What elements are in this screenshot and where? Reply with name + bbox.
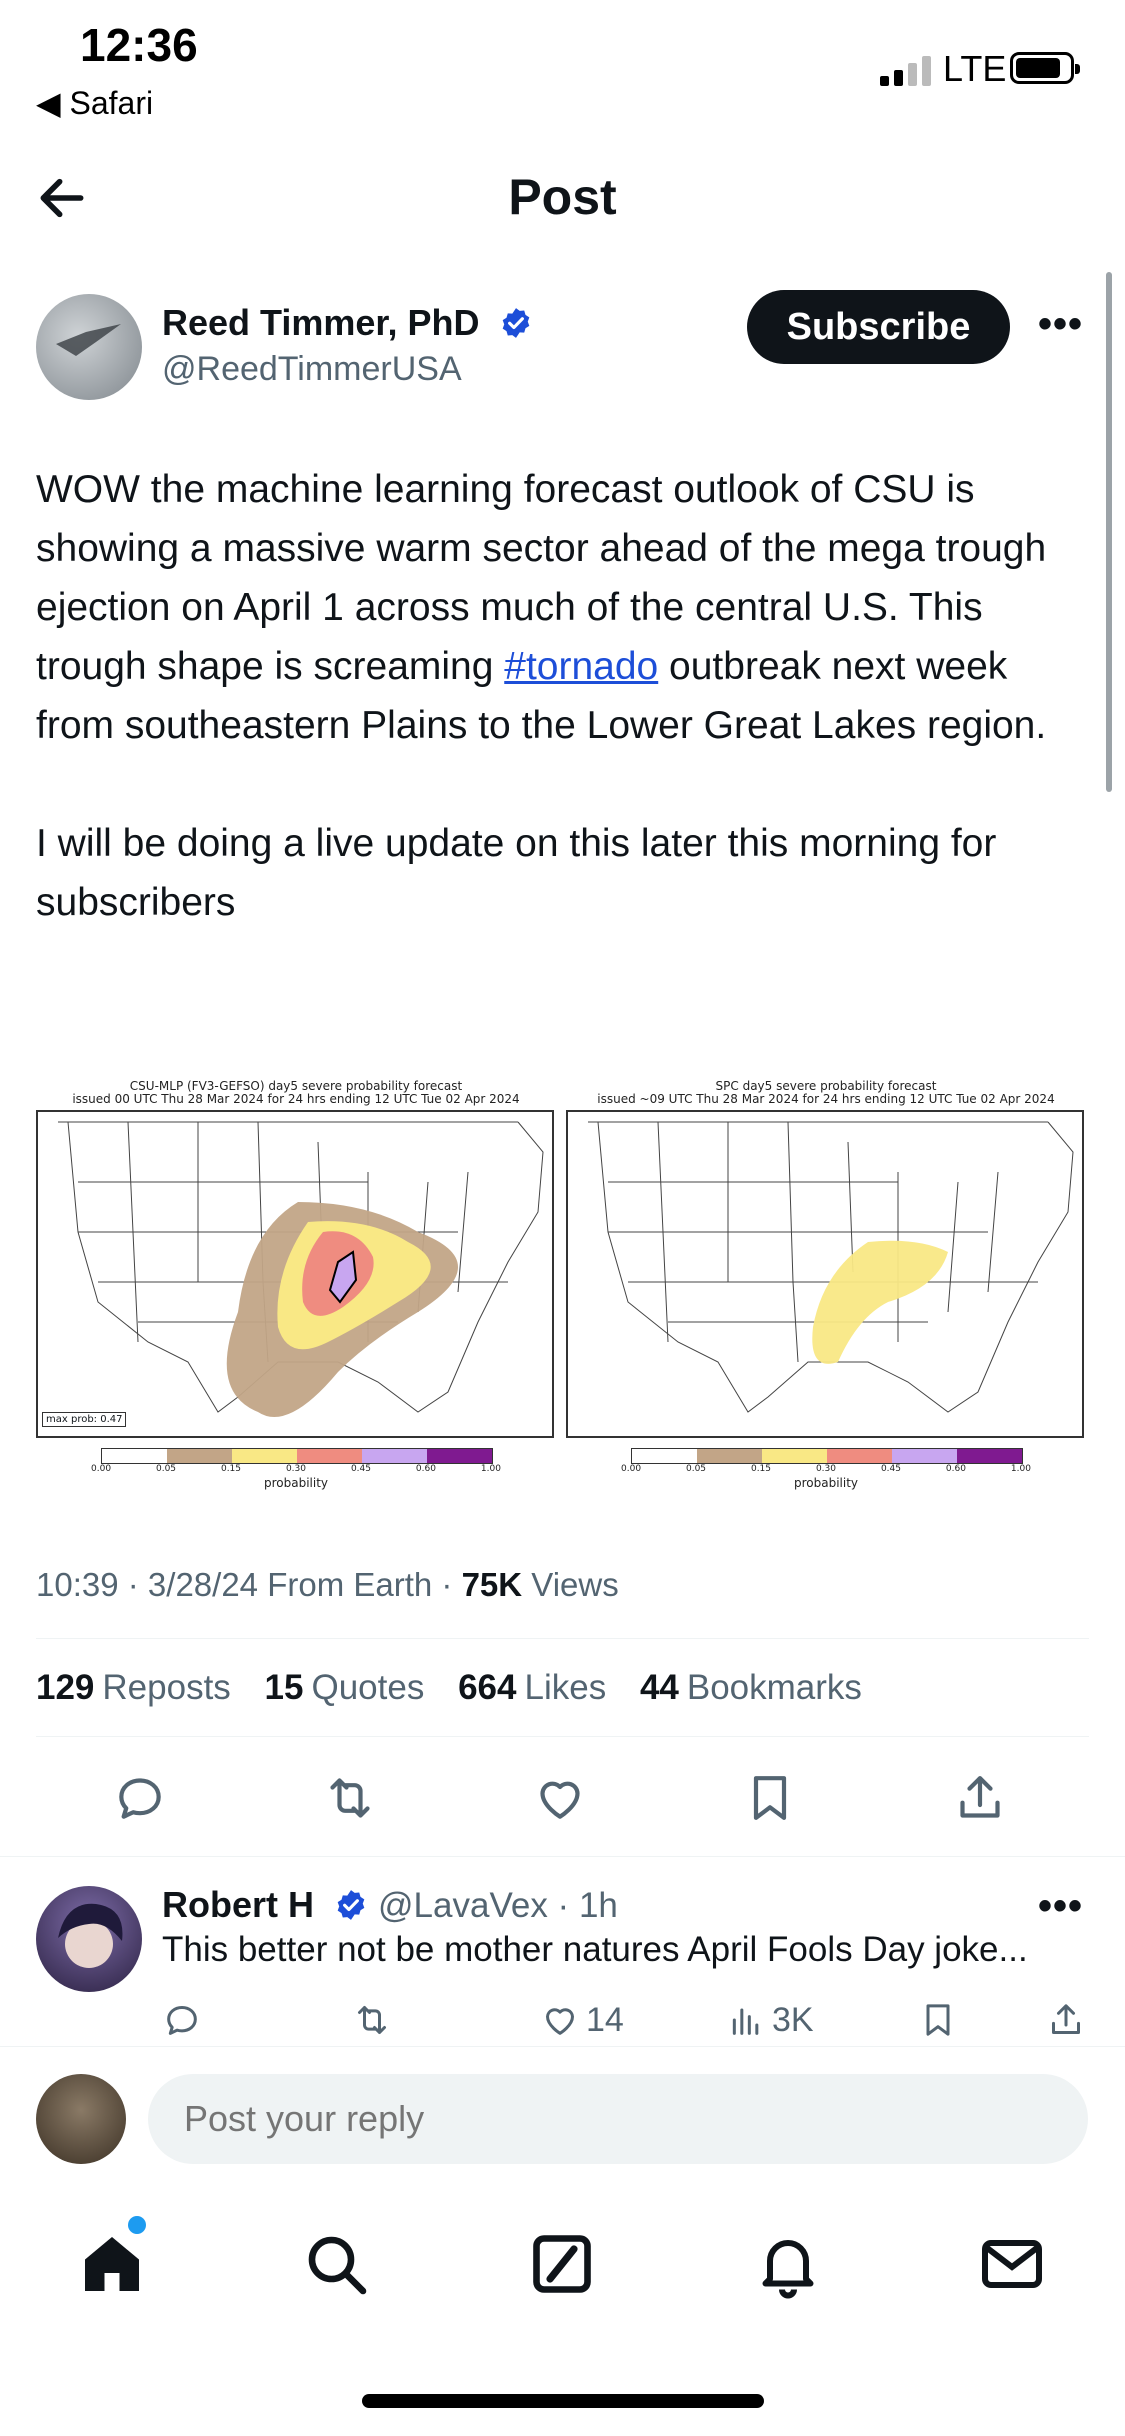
bookmarks-stat[interactable]: 44 Bookmarks	[640, 1668, 862, 1707]
legend-tick: 0.05	[155, 1464, 177, 1474]
legend-label: probability	[263, 1476, 329, 1490]
legend-tick: 0.15	[750, 1464, 772, 1474]
post-date: 3/28/24	[147, 1566, 259, 1603]
notifications-bell-icon[interactable]	[752, 2228, 824, 2300]
home-notification-dot	[128, 2216, 146, 2234]
legend-tick: 0.60	[415, 1464, 436, 1474]
author-avatar[interactable]	[36, 294, 142, 400]
legend-tick: 1.00	[480, 1464, 501, 1474]
reply-share-button[interactable]	[1046, 2000, 1092, 2040]
us-map-graphic	[588, 1121, 1074, 1413]
signal-icon	[880, 54, 936, 86]
probability-legend-bar	[631, 1448, 1023, 1464]
author-handle[interactable]: @ReedTimmerUSA	[162, 350, 462, 389]
reply-author-name[interactable]: Robert H	[162, 1884, 314, 1925]
max-prob-label: max prob: 0.47	[42, 1412, 127, 1427]
us-map-graphic	[58, 1121, 544, 1417]
home-icon[interactable]	[76, 2228, 148, 2300]
verified-badge-icon	[337, 1890, 365, 1920]
divider	[36, 1736, 1089, 1737]
reply-icon	[167, 2006, 197, 2035]
share-icon	[1052, 2004, 1080, 2034]
reply-text: This better not be mother natures April …	[162, 1930, 1028, 1969]
author-name-text[interactable]: Reed Timmer, PhD	[162, 302, 479, 343]
spc-forecast-map: SPC day5 severe probability forecast iss…	[566, 1080, 1086, 1500]
like-heart-icon	[546, 2008, 574, 2035]
divider	[36, 1638, 1089, 1639]
repost-icon[interactable]	[322, 1770, 378, 1826]
page-title: Post	[508, 169, 617, 225]
network-type: LTE	[943, 48, 1007, 89]
post-meta: 10:39 · 3/28/24 From Earth · 75K Views	[36, 1566, 619, 1603]
legend-tick: 0.30	[285, 1464, 306, 1474]
csu-forecast-map: CSU-MLP (FV3-GEFSO) day5 severe probabil…	[36, 1080, 556, 1500]
reply-author[interactable]: Robert H @LavaVex · 1h	[162, 1884, 618, 1926]
home-indicator[interactable]	[362, 2394, 764, 2408]
legend-tick: 0.05	[685, 1464, 707, 1474]
legend-tick: 0.60	[945, 1464, 966, 1474]
legend-tick: 0.30	[815, 1464, 836, 1474]
reply-repost-button[interactable]	[352, 2000, 398, 2040]
legend-tick: 0.00	[621, 1464, 642, 1474]
probability-legend-bar	[101, 1448, 493, 1464]
legend-ticks: 0.00 0.05 0.15 0.30 0.45 0.60 1.00	[91, 1464, 501, 1474]
bookmark-icon[interactable]	[742, 1770, 798, 1826]
reposts-stat[interactable]: 129 Reposts	[36, 1668, 231, 1707]
reply-avatar[interactable]	[36, 1886, 142, 1992]
map-area: max prob: 0.47	[36, 1110, 554, 1438]
reply-icon[interactable]	[112, 1770, 168, 1826]
reply-views-button[interactable]: 3K	[726, 2000, 814, 2040]
back-to-safari-link[interactable]: ◀ Safari	[36, 84, 153, 122]
map-title-line2: issued ~09 UTC Thu 28 Mar 2024 for 24 hr…	[597, 1092, 1055, 1106]
post-text: WOW the machine learning forecast outloo…	[36, 460, 1096, 932]
divider	[0, 1856, 1125, 1857]
legend-tick: 0.15	[220, 1464, 242, 1474]
legend-tick: 0.00	[91, 1464, 112, 1474]
search-icon[interactable]	[300, 2228, 372, 2300]
subscribe-button[interactable]: Subscribe	[747, 290, 1010, 364]
reply-like-button[interactable]: 14	[540, 2000, 624, 2040]
views-count: 75K	[461, 1566, 523, 1603]
post-image-forecast-maps[interactable]: CSU-MLP (FV3-GEFSO) day5 severe probabil…	[36, 1080, 1090, 1500]
map-area	[566, 1110, 1084, 1438]
reply-views-count: 3K	[772, 2000, 814, 2039]
share-icon[interactable]	[952, 1770, 1008, 1826]
like-heart-icon[interactable]	[532, 1770, 588, 1826]
reply-input[interactable]	[148, 2074, 1088, 2164]
legend-tick: 0.45	[880, 1464, 901, 1474]
views-chart-icon	[732, 2008, 759, 2035]
post-text-paragraph2: I will be doing a live update on this la…	[36, 822, 997, 924]
reply-handle-time: @LavaVex · 1h	[378, 1886, 618, 1925]
legend-tick: 0.45	[350, 1464, 371, 1474]
author-name[interactable]: Reed Timmer, PhD	[162, 302, 533, 344]
legend-tick: 1.00	[1010, 1464, 1031, 1474]
post-source: From Earth	[267, 1566, 433, 1603]
scrollbar[interactable]	[1106, 272, 1112, 792]
status-time: 12:36	[80, 19, 198, 71]
post-time: 10:39	[36, 1566, 119, 1603]
repost-icon	[358, 2006, 386, 2034]
battery-icon	[1010, 52, 1080, 84]
bookmark-icon	[926, 2004, 950, 2036]
more-options-icon[interactable]: •••	[1038, 302, 1083, 347]
likes-stat[interactable]: 664 Likes	[458, 1668, 606, 1707]
quotes-stat[interactable]: 15 Quotes	[265, 1668, 425, 1707]
legend-ticks: 0.00 0.05 0.15 0.30 0.45 0.60 1.00	[621, 1464, 1031, 1474]
messages-envelope-icon[interactable]	[976, 2228, 1048, 2300]
reply-bookmark-button[interactable]	[918, 2000, 964, 2040]
views-label: Views	[531, 1566, 619, 1603]
reply-like-count: 14	[586, 2000, 624, 2039]
map-title-line2: issued 00 UTC Thu 28 Mar 2024 for 24 hrs…	[72, 1092, 520, 1106]
verified-badge-icon	[503, 308, 530, 338]
engagement-stats: 129 Reposts 15 Quotes 664 Likes 44 Bookmarks	[36, 1668, 886, 1708]
reply-more-options-icon[interactable]: •••	[1038, 1884, 1083, 1929]
hashtag-tornado-link[interactable]: #tornado	[504, 645, 658, 688]
reply-reply-button[interactable]	[162, 2000, 208, 2040]
legend-label: probability	[793, 1476, 859, 1490]
grok-icon[interactable]	[526, 2228, 598, 2300]
current-user-avatar[interactable]	[36, 2074, 126, 2164]
